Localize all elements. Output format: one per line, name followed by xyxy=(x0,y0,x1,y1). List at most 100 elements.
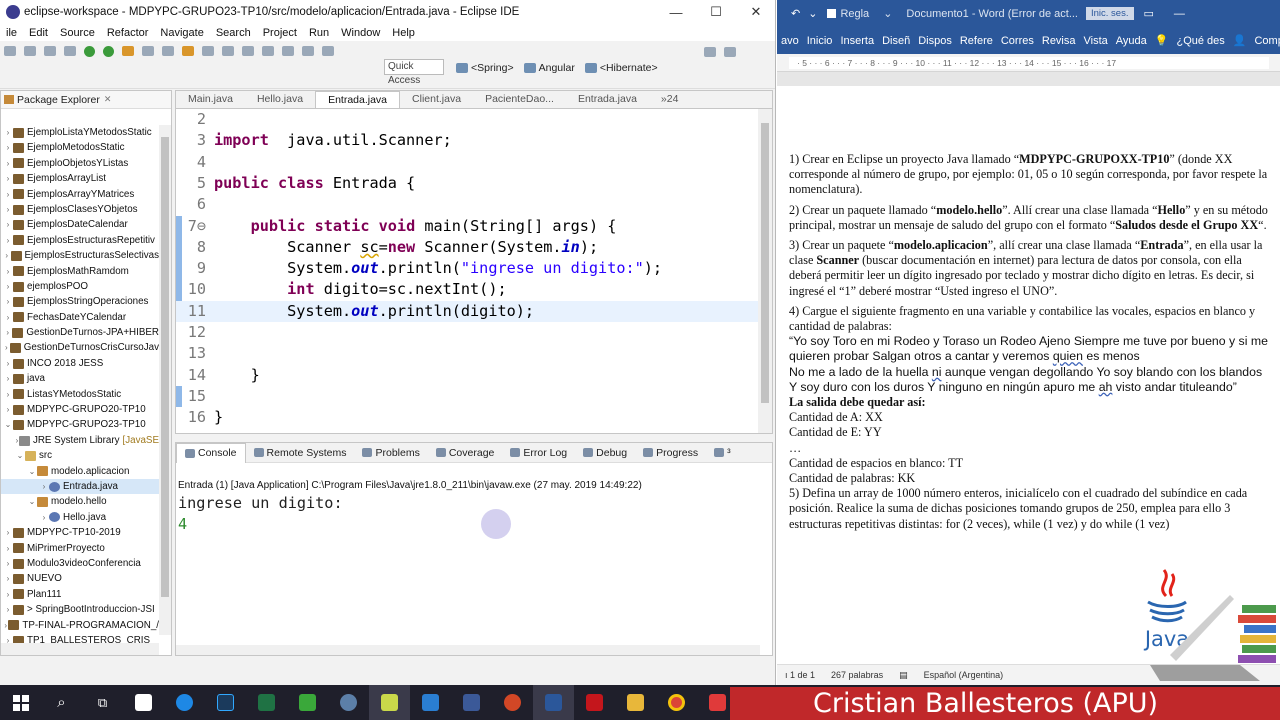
code-line[interactable]: 8 Scanner sc=new Scanner(System.in); xyxy=(176,237,758,258)
code-line[interactable]: 10 int digito=sc.nextInt(); xyxy=(176,279,758,300)
code-line[interactable]: 4 xyxy=(176,152,758,173)
redo-icon[interactable]: ⌄ xyxy=(806,7,827,20)
tree-item[interactable]: › Modulo3videoConferencia xyxy=(1,556,159,571)
ribbon-options-icon[interactable]: ▭ xyxy=(1134,7,1164,20)
console-tab[interactable]: Problems xyxy=(354,443,427,463)
quick-access-input[interactable]: Quick Access xyxy=(384,59,444,86)
word-ruler[interactable]: · 5 · · · 6 · · · 7 · · · 8 · · · 9 · · … xyxy=(777,54,1280,72)
undo-icon[interactable]: ↶ xyxy=(777,7,806,20)
collapsed-arrow-icon[interactable]: › xyxy=(3,371,13,386)
tree-item[interactable]: ⌄ src xyxy=(1,448,159,463)
share-icon[interactable]: 👤 xyxy=(1229,34,1251,47)
tree-item[interactable]: › EjemplosEstructurasSelectivas xyxy=(1,248,159,263)
tree-item[interactable]: › EjemplosClasesYObjetos xyxy=(1,202,159,217)
tree-item[interactable]: › Hello.java xyxy=(1,510,159,525)
editor-tab[interactable]: »24 xyxy=(649,91,691,108)
console-tab[interactable]: Error Log xyxy=(502,443,575,463)
expanded-arrow-icon[interactable]: ⌄ xyxy=(3,417,13,432)
spellcheck-icon[interactable]: ▤ xyxy=(891,670,916,681)
ruler-checkbox[interactable] xyxy=(827,9,837,18)
editor-tab[interactable]: Entrada.java xyxy=(315,91,401,108)
taskbar-camtasia[interactable] xyxy=(287,685,328,720)
menu-edit[interactable]: Edit xyxy=(23,27,54,39)
perspective-angular[interactable]: Angular xyxy=(523,62,575,74)
menu-refactor[interactable]: Refactor xyxy=(101,27,155,39)
collapsed-arrow-icon[interactable]: › xyxy=(39,510,49,525)
maximize-view-icon[interactable] xyxy=(724,47,736,57)
editor-tab[interactable]: PacienteDao... xyxy=(473,91,566,108)
code-line[interactable]: 3 import java.util.Scanner; xyxy=(176,130,758,151)
taskbar-chrome[interactable] xyxy=(656,685,697,720)
quick-access-dropdown-icon[interactable]: ⌄ xyxy=(869,7,906,20)
console-tab[interactable]: Progress xyxy=(635,443,706,463)
perspective-hibernate[interactable]: <Hibernate> xyxy=(584,62,658,74)
language-indicator[interactable]: Español (Argentina) xyxy=(916,670,1012,680)
print-icon[interactable] xyxy=(44,46,56,56)
tree-item[interactable]: › TP-FINAL-PROGRAMACION_/ xyxy=(1,618,159,633)
tree-item[interactable]: › EjemploObjetosYListas xyxy=(1,156,159,171)
ribbon-tab-referencias[interactable]: Refere xyxy=(956,35,997,47)
maximize-button[interactable]: ☐ xyxy=(696,0,736,24)
new-file-icon[interactable] xyxy=(4,46,16,56)
console-tab[interactable]: Debug xyxy=(575,443,635,463)
tree-item[interactable]: › FechasDateYCalendar xyxy=(1,310,159,325)
coverage-icon[interactable] xyxy=(122,46,134,56)
code-area[interactable]: 2 3 import java.util.Scanner; 4 5 public clas… xyxy=(176,109,758,433)
tell-me-icon[interactable]: 💡 xyxy=(1151,34,1173,47)
task-view-button[interactable]: ⧉ xyxy=(82,685,123,720)
menu-file[interactable]: ile xyxy=(0,27,23,39)
ribbon-tab-ayuda[interactable]: Ayuda xyxy=(1112,35,1151,47)
taskbar-powerpoint[interactable] xyxy=(492,685,533,720)
tree-item[interactable]: › EjemplosArrayList xyxy=(1,171,159,186)
share-button[interactable]: Compartir xyxy=(1250,35,1280,47)
expanded-arrow-icon[interactable]: ⌄ xyxy=(15,448,25,463)
tree-item[interactable]: › Plan111 xyxy=(1,587,159,602)
open-type-icon[interactable] xyxy=(202,46,214,56)
tree-item[interactable]: › MDPYPC-TP10-2019 xyxy=(1,525,159,540)
taskbar-database[interactable] xyxy=(328,685,369,720)
menu-search[interactable]: Search xyxy=(210,27,257,39)
new-package-icon[interactable] xyxy=(162,46,174,56)
ribbon-tab-inicio[interactable]: Inicio xyxy=(803,35,837,47)
console-tab[interactable]: ³ xyxy=(706,443,739,463)
menu-project[interactable]: Project xyxy=(257,27,303,39)
taskbar-search-button[interactable]: ⌕ xyxy=(41,685,82,720)
tree-item[interactable]: › MiPrimerProyecto xyxy=(1,541,159,556)
collapsed-arrow-icon[interactable]: › xyxy=(3,187,13,202)
code-line[interactable]: 12 xyxy=(176,322,758,343)
code-line[interactable]: 6 xyxy=(176,194,758,215)
code-line[interactable]: 14 } xyxy=(176,365,758,386)
save-icon[interactable] xyxy=(24,46,36,56)
collapsed-arrow-icon[interactable]: › xyxy=(3,525,13,540)
tree-item[interactable]: ⌄ MDPYPC-GRUPO23-TP10 xyxy=(1,417,159,432)
tree-item[interactable]: › EjemplosMathRamdom xyxy=(1,264,159,279)
taskbar-eclipse[interactable] xyxy=(369,685,410,720)
tree-item[interactable]: › EjemploMetodosStatic xyxy=(1,140,159,155)
package-explorer-scrollbar[interactable] xyxy=(159,125,171,635)
collapsed-arrow-icon[interactable]: › xyxy=(3,294,13,309)
taskbar-explorer[interactable] xyxy=(615,685,656,720)
taskbar-excel[interactable] xyxy=(246,685,287,720)
collapsed-arrow-icon[interactable]: › xyxy=(3,125,13,140)
taskbar-photoshop[interactable] xyxy=(205,685,246,720)
prev-annotation-icon[interactable] xyxy=(282,46,294,56)
open-perspective-icon[interactable] xyxy=(704,47,716,57)
tree-item[interactable]: › > SpringBootIntroduccion-JSI xyxy=(1,602,159,617)
tree-item[interactable]: ⌄ modelo.hello xyxy=(1,494,159,509)
editor-tab[interactable]: Client.java xyxy=(400,91,473,108)
code-line[interactable]: 9 System.out.println("ingrese un digito:… xyxy=(176,258,758,279)
collapsed-arrow-icon[interactable]: › xyxy=(3,248,11,263)
tree-item[interactable]: › java xyxy=(1,371,159,386)
search-icon[interactable] xyxy=(222,46,234,56)
collapsed-arrow-icon[interactable]: › xyxy=(3,171,13,186)
code-line[interactable]: 15 xyxy=(176,386,758,407)
collapsed-arrow-icon[interactable]: › xyxy=(3,602,13,617)
collapsed-arrow-icon[interactable]: › xyxy=(3,140,13,155)
menu-help[interactable]: Help xyxy=(386,27,421,39)
taskbar-word[interactable] xyxy=(533,685,574,720)
tree-item[interactable]: ⌄ modelo.aplicacion xyxy=(1,464,159,479)
console-tab[interactable]: Console xyxy=(176,442,246,463)
tree-item[interactable]: › ejemplosPOO xyxy=(1,279,159,294)
editor-scrollbar-thumb[interactable] xyxy=(761,123,769,403)
editor-tab[interactable]: Main.java xyxy=(176,91,245,108)
